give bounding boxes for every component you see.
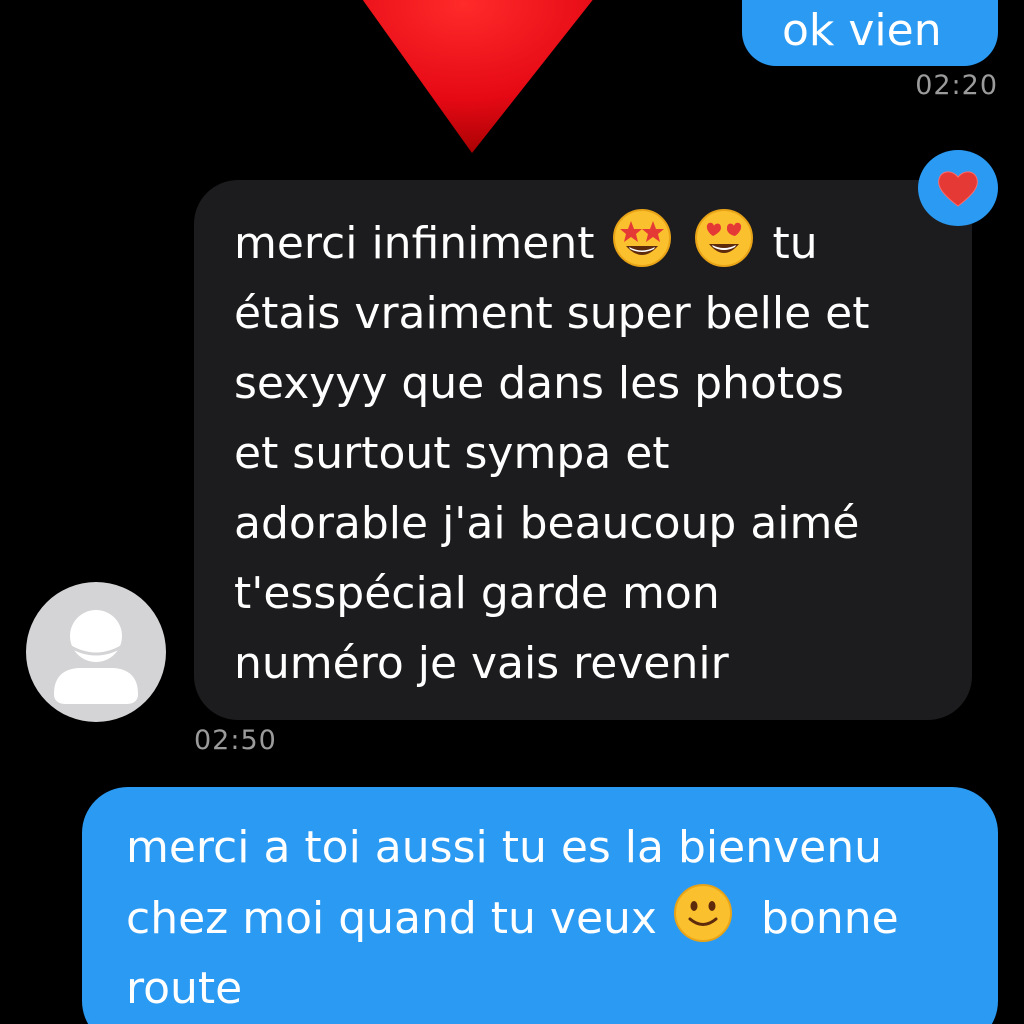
heart-sticker-icon	[362, 0, 593, 153]
message-text: tu	[772, 218, 818, 269]
message-line: chez moi quand tu veux bonne	[126, 883, 968, 954]
message-line: route	[126, 963, 243, 1014]
slightly-smiling-emoji-icon	[673, 884, 732, 942]
message-line: adorable j'ai beaucoup aimé	[234, 498, 860, 549]
avatar[interactable]	[26, 582, 166, 722]
heart-reaction-badge[interactable]	[918, 150, 998, 226]
message-text: chez moi quand tu veux	[126, 893, 657, 944]
incoming-message-bubble[interactable]: merci infiniment tu étais vraiment super…	[194, 180, 972, 720]
message-timestamp: 02:20	[915, 70, 998, 101]
message-line: étais vraiment super belle et	[234, 288, 870, 339]
message-line: merci a toi aussi tu es la bienvenu	[126, 822, 882, 873]
chat-thread: ok vien 02:20 merci infiniment tu étais …	[0, 0, 1024, 1024]
message-timestamp: 02:50	[194, 725, 277, 756]
message-line: sexyyy que dans les photos	[234, 358, 844, 409]
message-line: t'esspécial garde mon	[234, 568, 720, 619]
message-line: numéro je vais revenir	[234, 638, 729, 689]
outgoing-message-bubble[interactable]: ok vien	[742, 0, 998, 66]
red-heart-icon	[938, 171, 978, 207]
message-text: merci infiniment	[234, 218, 595, 269]
message-text: bonne	[760, 893, 899, 944]
heart-eyes-emoji-icon	[695, 209, 754, 267]
message-line: merci infiniment tu	[234, 208, 936, 279]
star-struck-emoji-icon	[613, 209, 672, 267]
outgoing-message-bubble[interactable]: merci a toi aussi tu es la bienvenu chez…	[82, 787, 998, 1024]
message-text: ok vien	[782, 5, 942, 56]
default-user-icon	[54, 610, 138, 704]
message-line: et surtout sympa et	[234, 428, 670, 479]
